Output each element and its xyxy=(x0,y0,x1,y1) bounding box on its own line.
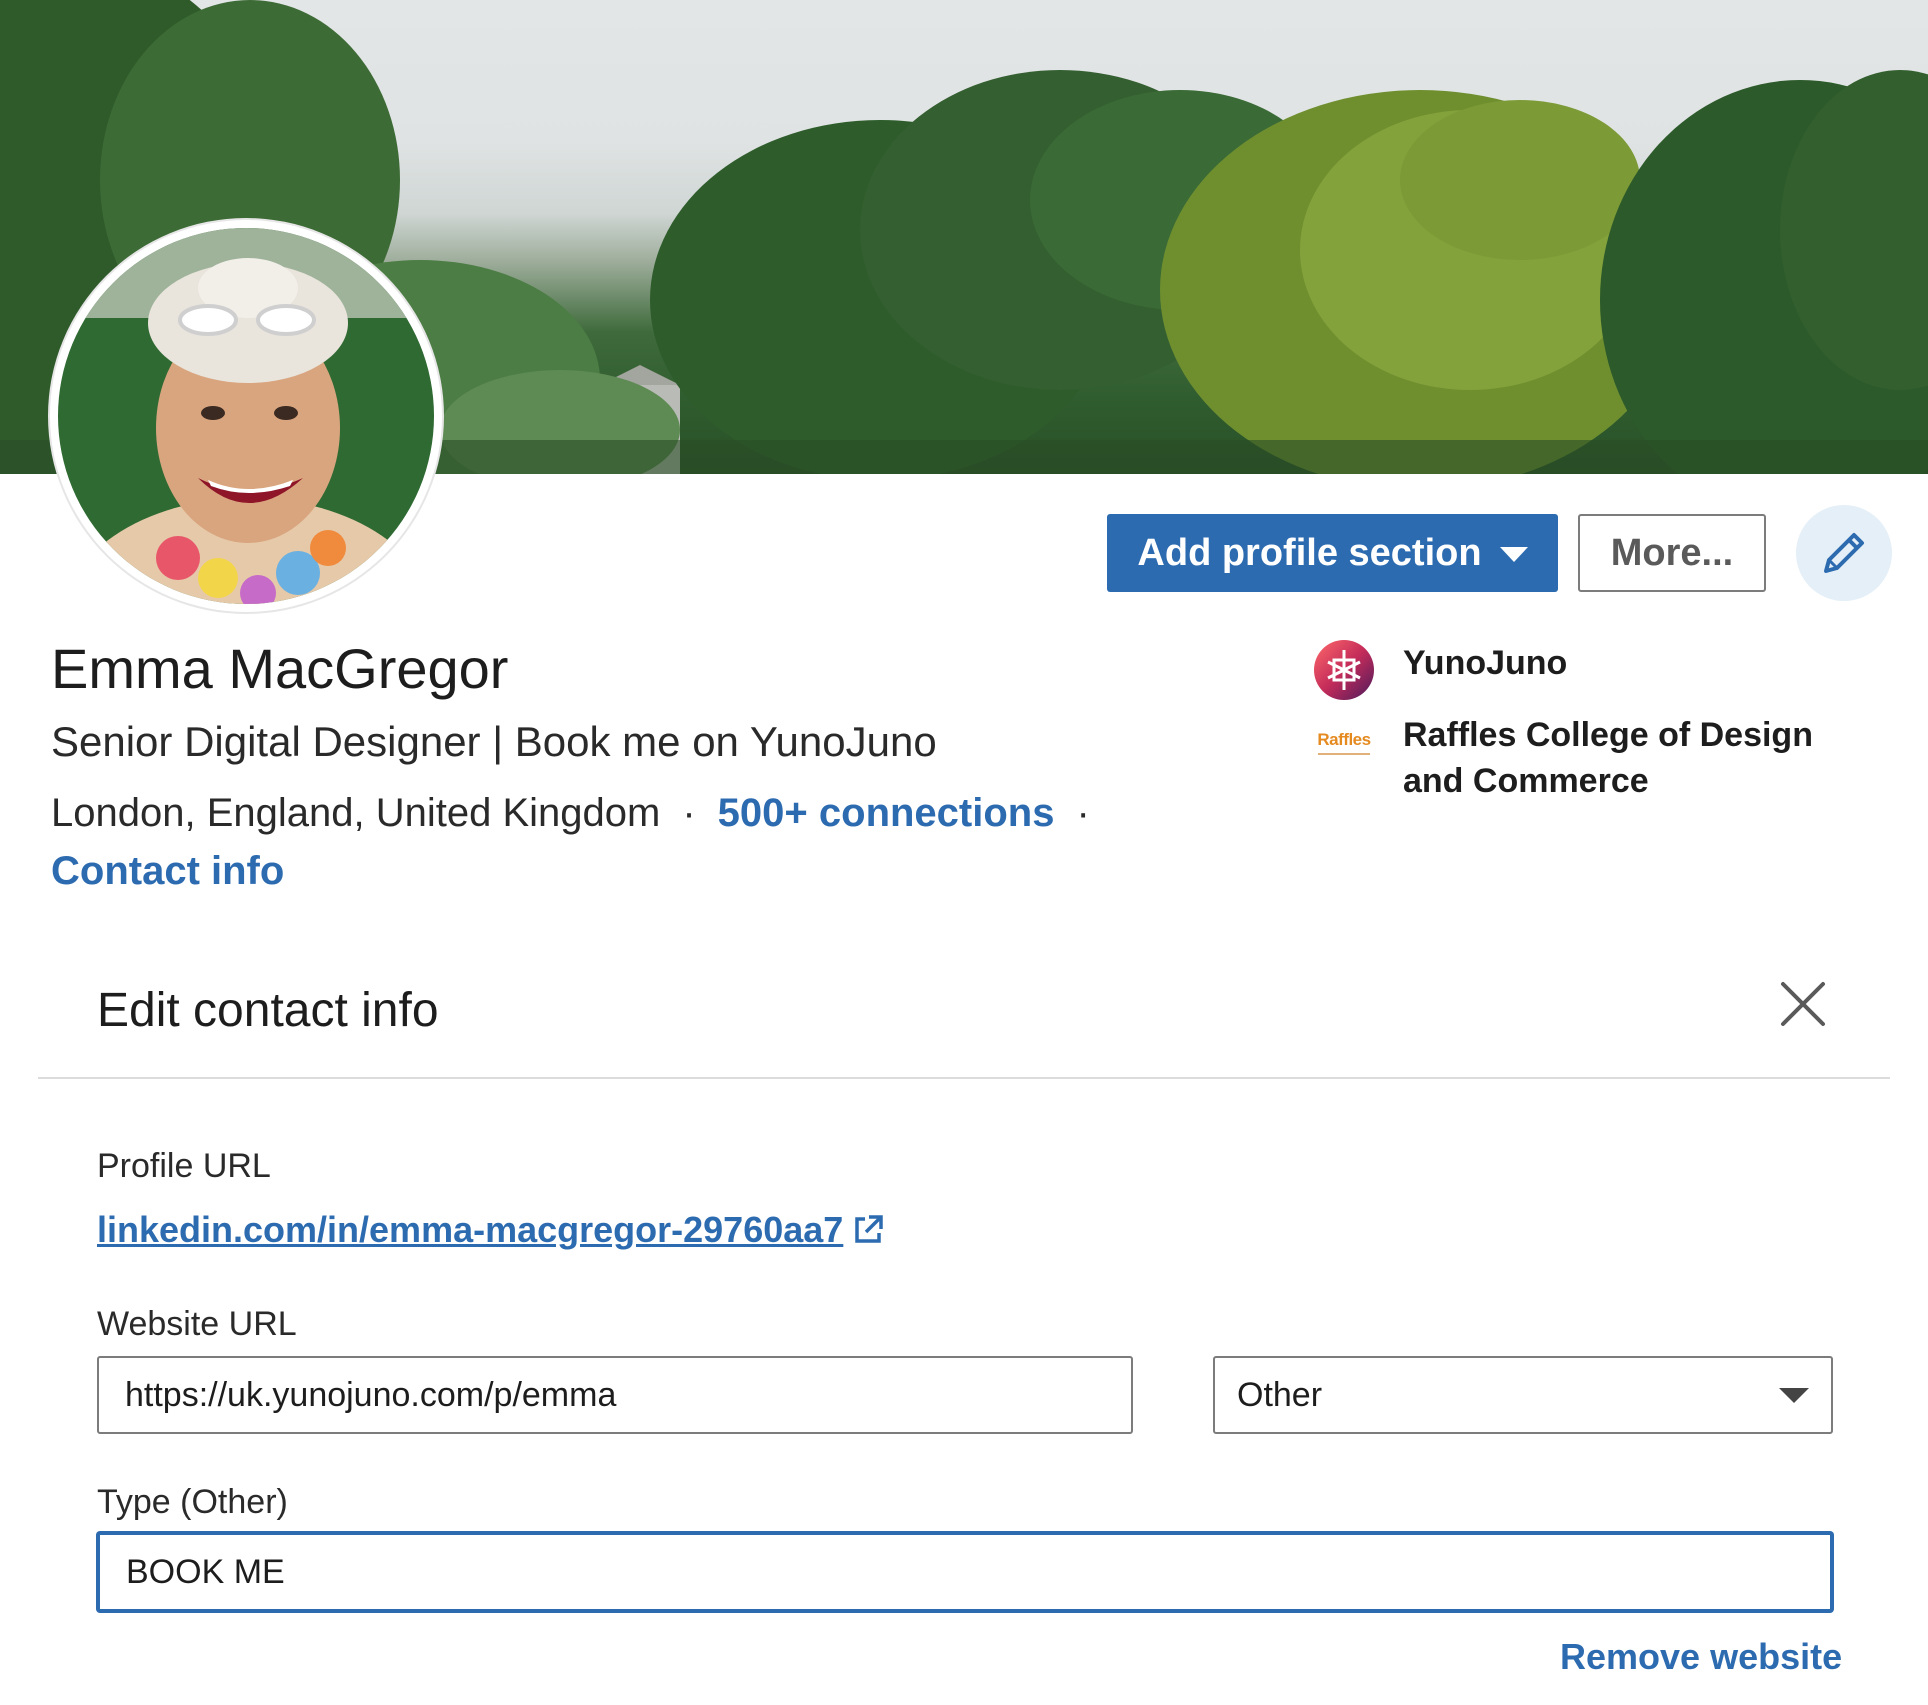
external-link-icon xyxy=(855,1215,884,1243)
org-name: YunoJuno xyxy=(1403,644,1568,682)
profile-url-label: Profile URL xyxy=(97,1147,271,1185)
profile-meta: London, England, United Kingdom · 500+ c… xyxy=(51,791,1112,836)
edit-profile-button[interactable] xyxy=(1796,505,1892,601)
modal-title: Edit contact info xyxy=(97,984,439,1037)
profile-url-link[interactable]: linkedin.com/in/emma-macgregor-29760aa7 xyxy=(97,1209,885,1251)
website-type-value: Other xyxy=(1237,1375,1323,1414)
org-yunojuno[interactable]: YunoJuno xyxy=(1314,640,1567,700)
raffles-logo-text: Raffles xyxy=(1317,729,1371,749)
more-button[interactable]: More... xyxy=(1578,514,1766,592)
profile-location: London, England, United Kingdom xyxy=(51,791,661,835)
remove-website-link[interactable]: Remove website xyxy=(1560,1636,1842,1678)
contact-info-link[interactable]: Contact info xyxy=(51,849,284,894)
profile-avatar[interactable] xyxy=(50,220,442,612)
separator-dot: · xyxy=(1076,791,1090,835)
type-other-label: Type (Other) xyxy=(97,1483,288,1521)
website-url-input[interactable] xyxy=(97,1356,1133,1434)
close-icon xyxy=(1781,982,1825,1026)
more-label: More... xyxy=(1610,531,1734,574)
profile-url-text: linkedin.com/in/emma-macgregor-29760aa7 xyxy=(97,1209,844,1250)
yunojuno-logo xyxy=(1314,640,1374,700)
org-name: Raffles College of Design and Commerce xyxy=(1403,716,1813,800)
connections-link[interactable]: 500+ connections xyxy=(718,791,1055,836)
add-profile-section-label: Add profile section xyxy=(1137,531,1482,574)
website-type-select[interactable]: Other xyxy=(1213,1356,1833,1434)
chevron-down-icon xyxy=(1499,546,1528,562)
raffles-logo: Raffles xyxy=(1314,712,1374,772)
website-url-label: Website URL xyxy=(97,1305,297,1343)
pencil-icon xyxy=(1824,533,1864,573)
close-button[interactable] xyxy=(1775,976,1831,1032)
add-profile-section-button[interactable]: Add profile section xyxy=(1107,514,1558,592)
profile-name: Emma MacGregor xyxy=(51,637,509,700)
separator-dot: · xyxy=(682,791,696,835)
profile-headline: Senior Digital Designer | Book me on Yun… xyxy=(51,718,937,765)
modal-divider xyxy=(38,1077,1890,1079)
avatar-photo xyxy=(58,228,434,604)
type-other-input[interactable] xyxy=(97,1532,1833,1612)
org-raffles[interactable]: Raffles Raffles College of Design and Co… xyxy=(1314,712,1833,804)
chevron-down-icon xyxy=(1779,1387,1809,1403)
